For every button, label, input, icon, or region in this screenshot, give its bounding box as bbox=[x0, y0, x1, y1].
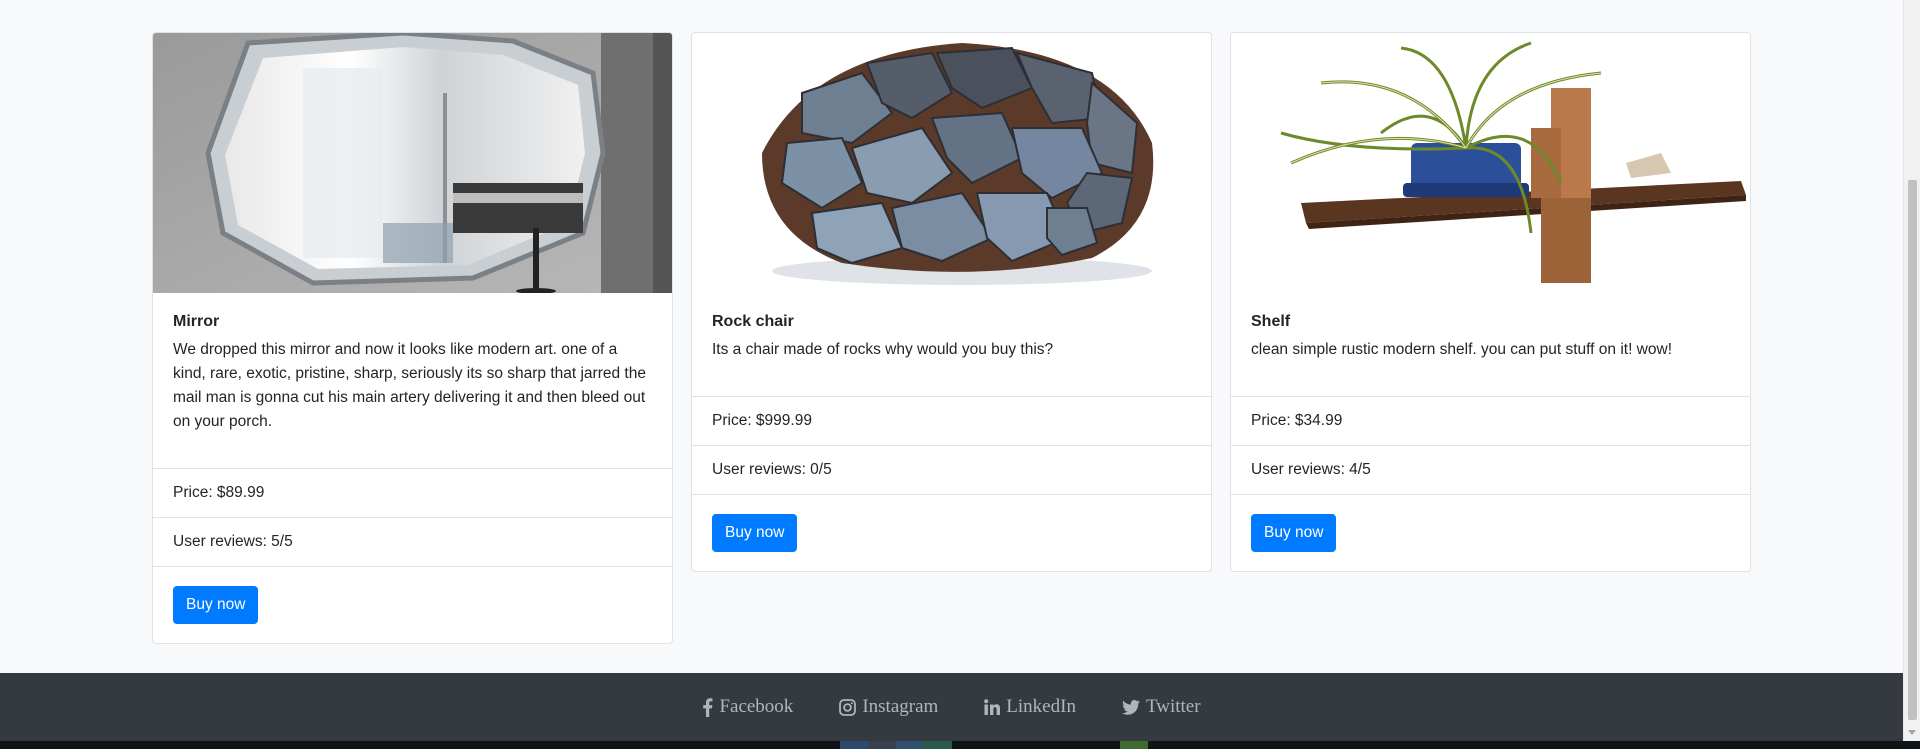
card-actions: Buy now bbox=[153, 567, 672, 643]
product-card-shelf: Shelf clean simple rustic modern shelf. … bbox=[1230, 32, 1751, 572]
product-image-mirror bbox=[153, 33, 672, 293]
product-price: Price: $89.99 bbox=[153, 469, 672, 518]
product-reviews: User reviews: 0/5 bbox=[692, 446, 1211, 495]
card-body: Rock chair Its a chair made of rocks why… bbox=[692, 293, 1211, 397]
taskbar-app-icon[interactable] bbox=[924, 741, 952, 749]
card-actions: Buy now bbox=[692, 495, 1211, 571]
instagram-icon bbox=[839, 698, 857, 716]
mirror-image bbox=[153, 33, 672, 293]
product-card-rock-chair: Rock chair Its a chair made of rocks why… bbox=[691, 32, 1212, 572]
twitter-link[interactable]: Twitter bbox=[1121, 696, 1201, 718]
twitter-label: Twitter bbox=[1145, 696, 1201, 717]
site-footer: Facebook Instagram LinkedIn Twitter bbox=[0, 673, 1903, 741]
product-description: Its a chair made of rocks why would you … bbox=[712, 341, 1054, 358]
shelf-image bbox=[1231, 33, 1750, 293]
taskbar-app-icon[interactable] bbox=[1120, 741, 1148, 749]
os-taskbar bbox=[0, 741, 1920, 749]
taskbar-app-icon[interactable] bbox=[868, 741, 896, 749]
card-actions: Buy now bbox=[1231, 495, 1750, 571]
product-price: Price: $34.99 bbox=[1231, 397, 1750, 446]
taskbar-app-icon[interactable] bbox=[840, 741, 868, 749]
product-image-shelf bbox=[1231, 33, 1750, 293]
product-image-rock-chair bbox=[692, 33, 1211, 293]
card-row: Mirror We dropped this mirror and now it… bbox=[152, 32, 1752, 644]
product-reviews: User reviews: 4/5 bbox=[1231, 446, 1750, 495]
product-price: Price: $999.99 bbox=[692, 397, 1211, 446]
product-card-mirror: Mirror We dropped this mirror and now it… bbox=[152, 32, 673, 644]
buy-now-button[interactable]: Buy now bbox=[173, 586, 259, 624]
facebook-link[interactable]: Facebook bbox=[702, 696, 793, 718]
instagram-label: Instagram bbox=[862, 696, 939, 717]
product-title: Shelf bbox=[1251, 313, 1291, 330]
product-description: We dropped this mirror and now it looks … bbox=[173, 341, 646, 430]
facebook-icon bbox=[702, 697, 713, 717]
taskbar-app-icon[interactable] bbox=[896, 741, 924, 749]
linkedin-label: LinkedIn bbox=[1006, 696, 1076, 717]
product-title: Mirror bbox=[173, 313, 220, 330]
page-scrollbar[interactable] bbox=[1903, 0, 1920, 741]
product-title: Rock chair bbox=[712, 313, 794, 330]
buy-now-button[interactable]: Buy now bbox=[1251, 514, 1337, 552]
card-body: Mirror We dropped this mirror and now it… bbox=[153, 293, 672, 469]
linkedin-link[interactable]: LinkedIn bbox=[984, 696, 1076, 718]
scroll-down-icon[interactable] bbox=[1908, 730, 1916, 735]
card-body: Shelf clean simple rustic modern shelf. … bbox=[1231, 293, 1750, 397]
twitter-icon bbox=[1121, 699, 1140, 715]
rock-chair-image bbox=[692, 33, 1211, 293]
product-description: clean simple rustic modern shelf. you ca… bbox=[1251, 341, 1672, 358]
instagram-link[interactable]: Instagram bbox=[839, 696, 938, 718]
scrollbar-thumb[interactable] bbox=[1908, 180, 1917, 720]
product-grid: Mirror We dropped this mirror and now it… bbox=[152, 32, 1752, 644]
linkedin-icon bbox=[984, 699, 1001, 715]
facebook-label: Facebook bbox=[719, 696, 794, 717]
product-reviews: User reviews: 5/5 bbox=[153, 518, 672, 567]
buy-now-button[interactable]: Buy now bbox=[712, 514, 798, 552]
